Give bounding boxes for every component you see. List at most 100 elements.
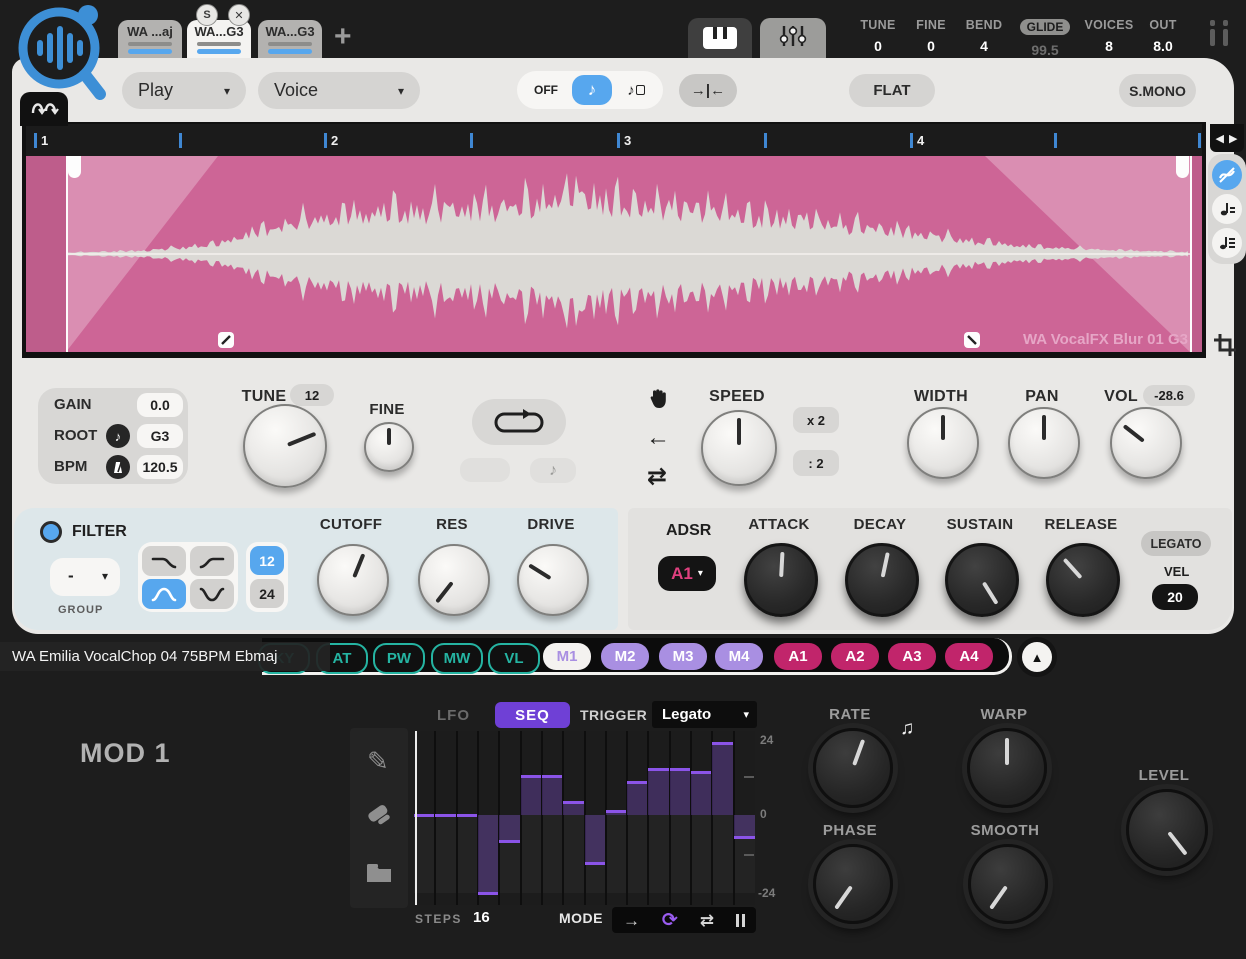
mode-pingpong-icon[interactable]: ⇄ [700,912,714,929]
bend-param[interactable]: BEND 4 [955,18,1013,54]
loop-start-value[interactable] [460,458,510,482]
cutoff-knob[interactable] [317,544,389,616]
width-knob[interactable] [907,407,979,479]
decay-knob[interactable] [845,543,919,617]
glide-param[interactable]: GLIDE 99.5 [1012,18,1078,62]
mod-source-vl[interactable]: VL [488,643,540,674]
scroll-lr-button[interactable]: ◀ ▶ [1210,124,1244,152]
mod-source-a1[interactable]: A1 [774,643,822,670]
collapse-selection-button[interactable]: →|← [679,74,737,107]
timeline-ruler[interactable]: 1 2 3 4 [26,124,1202,156]
preset-tab-1[interactable]: WA ...aj [118,20,182,60]
tab-seq-selected[interactable]: SEQ [495,702,570,728]
filter-group-dropdown[interactable]: - ▾ [50,558,120,596]
sync-note-lock-button[interactable]: ♪ [615,75,657,105]
bpm-value[interactable]: 120.5 [137,455,183,479]
sync-note-button[interactable]: ♪ [572,75,612,105]
snap-curve-tool-button[interactable] [1212,160,1242,190]
mixer-view-tab[interactable] [760,18,826,58]
mod-source-mw[interactable]: MW [431,643,483,674]
mod-source-m2[interactable]: M2 [601,643,649,670]
voice-mode-dropdown[interactable]: Voice ▾ [258,72,420,109]
smooth-knob[interactable] [968,844,1048,924]
filter-enable-toggle[interactable] [40,521,62,543]
sample-end-marker[interactable] [1190,156,1192,352]
filter-type-highpass[interactable] [190,546,234,576]
keyboard-view-tab[interactable] [688,18,752,58]
hand-drag-icon[interactable] [648,387,670,414]
play-mode-dropdown[interactable]: Play ▾ [122,72,246,109]
adsr-target-dropdown[interactable]: A1 ▾ [658,556,716,591]
vol-knob[interactable] [1110,407,1182,479]
fade-in-handle[interactable] [218,332,234,348]
slope-24-button[interactable]: 24 [250,579,284,608]
mod-source-pw[interactable]: PW [373,643,425,674]
loop-mode-button[interactable] [472,399,566,445]
pencil-tool-icon[interactable]: ✎ [367,746,389,777]
warp-knob[interactable] [967,728,1047,808]
note-list-tool-button[interactable] [1212,228,1242,258]
preset-tab-2-active[interactable]: WA...G3 [187,20,251,60]
step-sequencer[interactable] [414,731,755,905]
crop-button[interactable] [1212,332,1238,363]
mode-pause-icon[interactable] [736,914,745,927]
mod-source-m1-selected[interactable]: M1 [543,643,591,670]
release-knob[interactable] [1046,543,1120,617]
speed-x2-button[interactable]: x 2 [793,407,839,433]
root-value[interactable]: G3 [137,424,183,448]
end-flag-handle[interactable] [1176,156,1189,178]
solo-badge[interactable]: S [196,4,218,26]
gain-value[interactable]: 0.0 [137,393,183,417]
pan-knob[interactable] [1008,407,1080,479]
clef-icon[interactable]: ♪ [106,424,130,448]
eraser-tool-icon[interactable] [365,802,393,833]
phase-knob[interactable] [813,844,893,924]
mod-source-m4[interactable]: M4 [715,643,763,670]
flat-button[interactable]: FLAT [849,74,935,107]
mod-source-a2[interactable]: A2 [831,643,879,670]
tab-lfo[interactable]: LFO [437,707,470,724]
window-grip-icon[interactable] [1210,20,1228,46]
close-tab-icon[interactable]: ✕ [228,4,250,26]
fine-global-param[interactable]: FINE 0 [902,18,960,54]
start-flag-handle[interactable] [68,156,81,178]
filter-type-bandpass-selected[interactable] [142,579,186,609]
attack-knob[interactable] [744,543,818,617]
panel-collapse-button[interactable]: ▲ [1017,637,1057,677]
res-knob[interactable] [418,544,490,616]
drive-knob[interactable] [517,544,589,616]
sync-off-button[interactable]: OFF [523,75,569,105]
filter-type-lowpass[interactable] [142,546,186,576]
trigger-dropdown[interactable]: Legato ▾ [652,701,757,728]
loop-sync-note-button[interactable]: ♪ [530,458,576,483]
folder-tool-icon[interactable] [365,862,393,889]
reverse-arrow-icon[interactable]: ← [646,424,670,452]
sustain-knob[interactable] [945,543,1019,617]
waveform-display[interactable]: WA VocalFX Blur 01 G3 [26,156,1202,352]
preset-tab-3[interactable]: WA...G3 [258,20,322,60]
sample-start-marker[interactable] [66,156,68,352]
mod-source-a4[interactable]: A4 [945,643,993,670]
slope-12-button[interactable]: 12 [250,546,284,575]
glide-pill[interactable]: GLIDE [1020,19,1071,35]
speed-knob[interactable] [701,410,777,486]
fade-out-handle[interactable] [964,332,980,348]
speed-div2-button[interactable]: : 2 [793,450,839,476]
rate-knob[interactable] [813,728,893,808]
filter-type-notch[interactable] [190,579,234,609]
level-knob[interactable] [1126,789,1208,871]
s-mono-button[interactable]: S.MONO [1119,74,1196,107]
voices-param[interactable]: VOICES 8 [1080,18,1138,54]
rate-sync-note-icon[interactable]: ♫ [900,718,914,740]
mod-source-m3[interactable]: M3 [659,643,707,670]
mode-forward-icon[interactable]: → [623,912,640,929]
steps-value[interactable]: 16 [473,909,490,926]
tune-knob[interactable] [243,404,327,488]
fine-knob[interactable] [364,422,414,472]
out-param[interactable]: OUT 8.0 [1134,18,1192,54]
add-tab-button[interactable]: + [334,20,352,54]
mode-loop-icon-selected[interactable]: ⟳ [662,911,678,930]
tune-global-param[interactable]: TUNE 0 [849,18,907,54]
legato-button[interactable]: LEGATO [1141,531,1211,556]
metronome-icon[interactable] [106,455,130,479]
